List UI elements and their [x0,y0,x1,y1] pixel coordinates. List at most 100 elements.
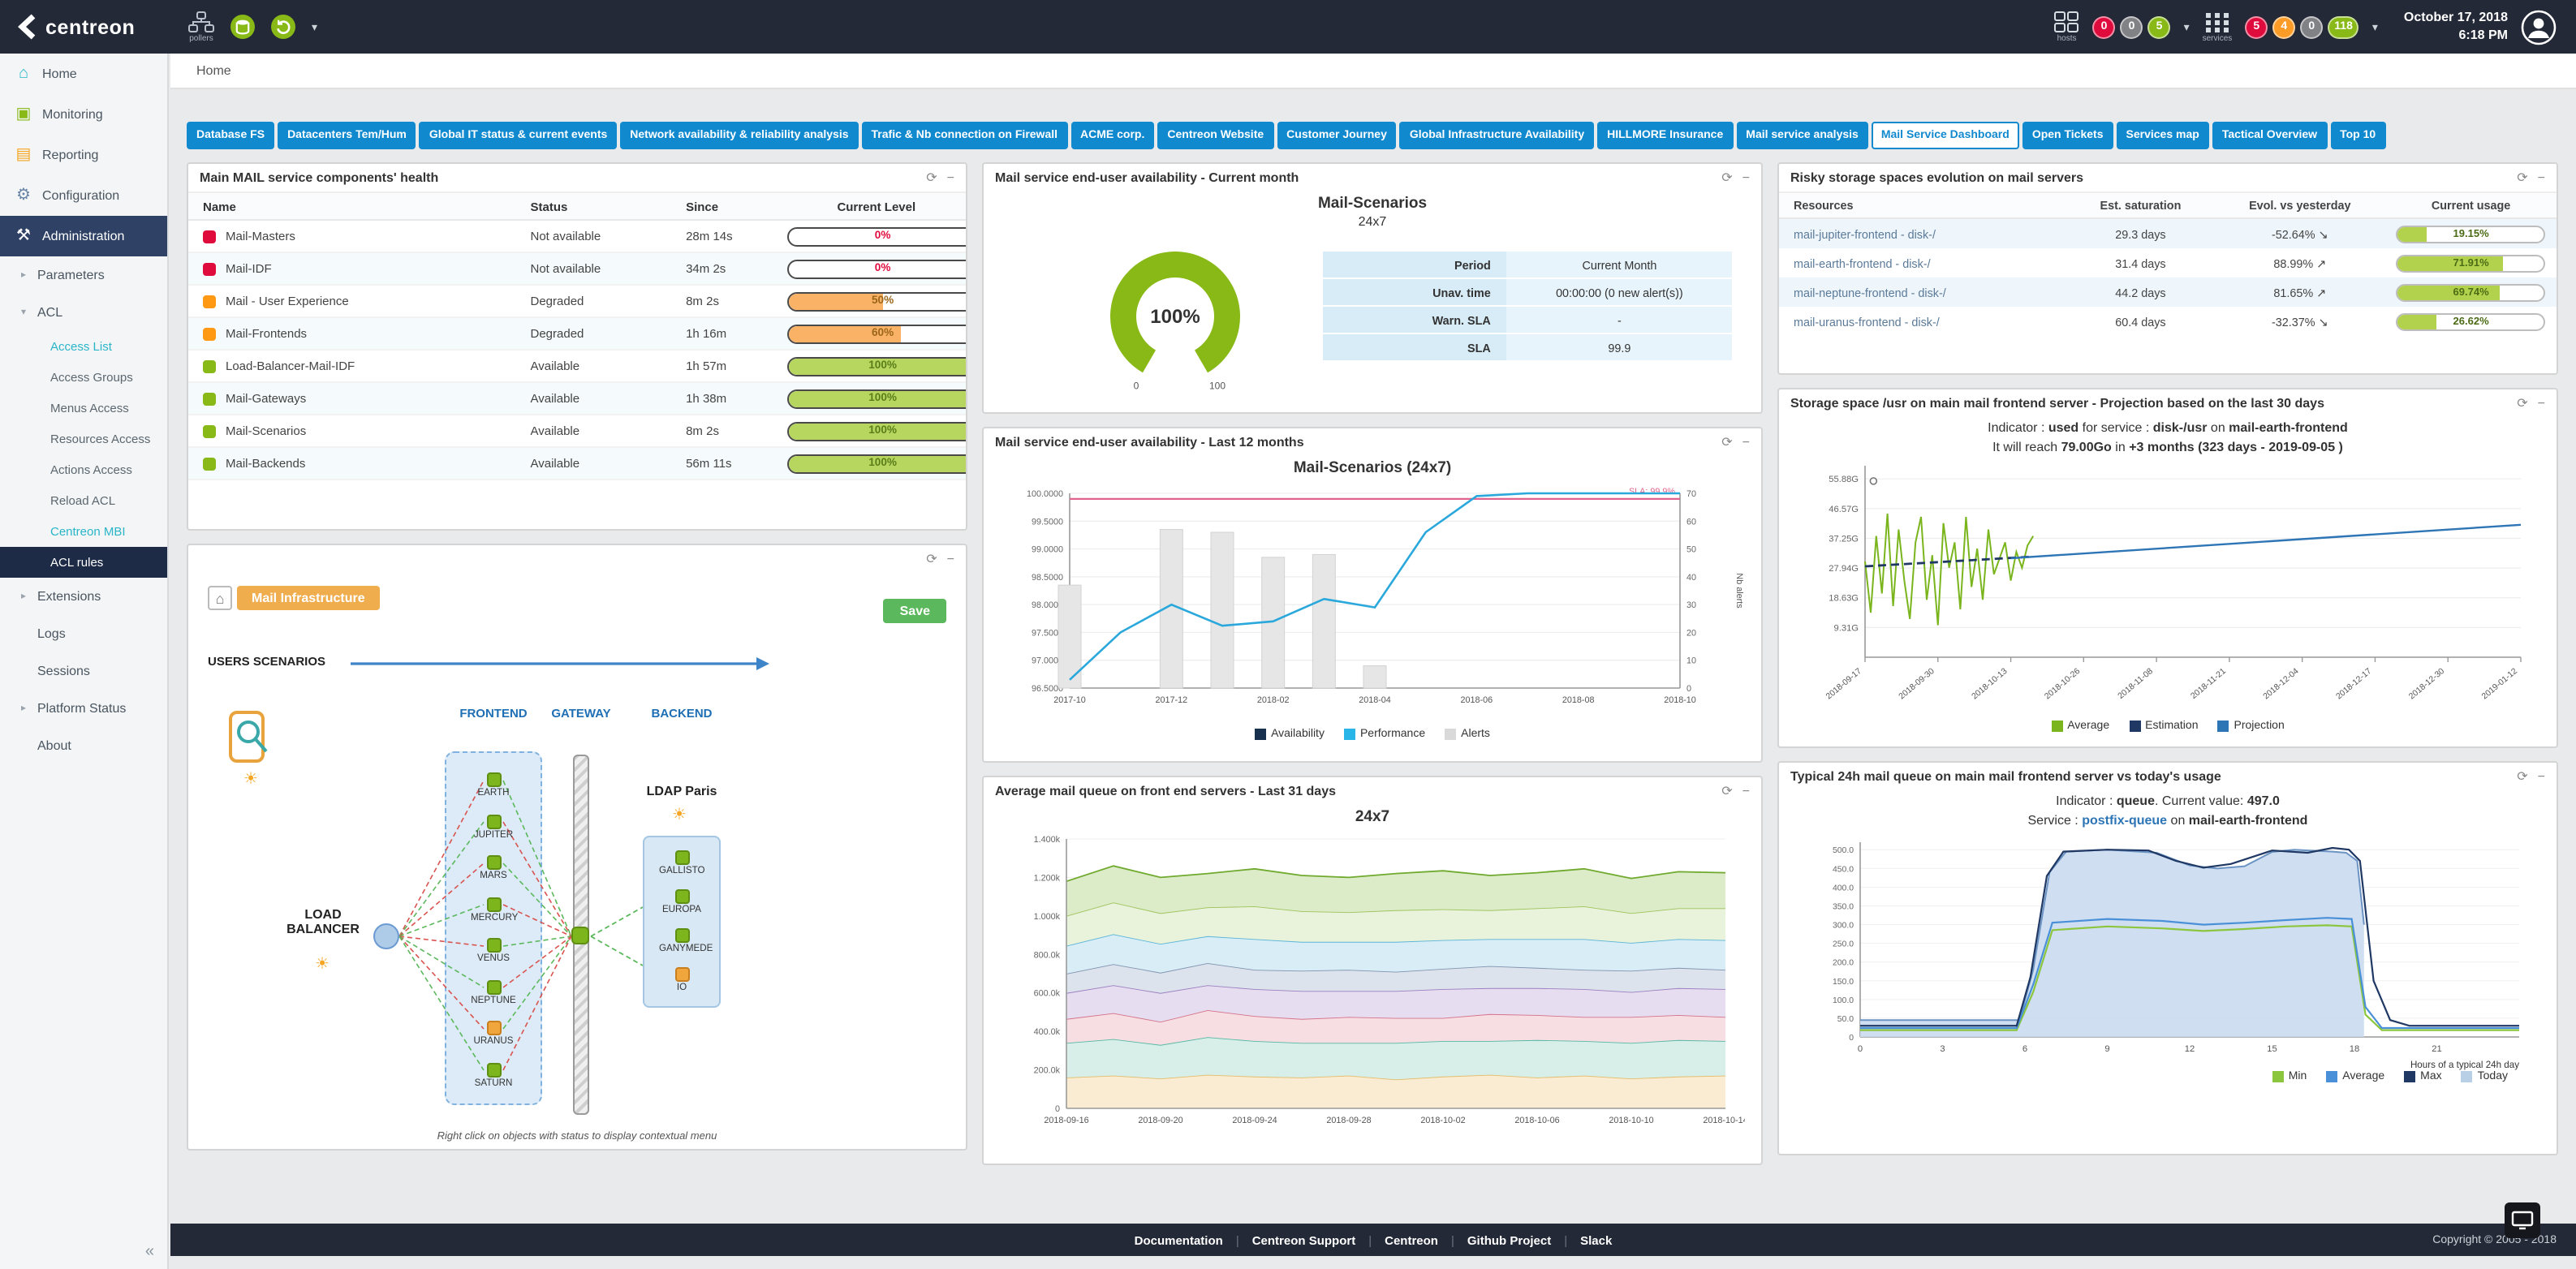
infra-node-neptune[interactable]: NEPTUNE [471,979,516,1005]
infra-node-venus[interactable]: VENUS [471,938,516,964]
sidebar-item-reporting[interactable]: ▤Reporting [0,135,167,175]
sidebar-item-home[interactable]: ⌂Home [0,54,167,94]
status-badge[interactable]: 4 [2272,15,2295,38]
infra-node-earth[interactable]: EARTH [471,772,516,798]
sidebar-item-menus-access[interactable]: Menus Access [0,393,167,424]
table-row[interactable]: mail-jupiter-frontend - disk-/29.3 days-… [1779,219,2557,248]
widget-collapse-icon[interactable]: − [1742,435,1750,450]
tab-mail-service-dashboard[interactable]: Mail Service Dashboard [1872,122,2019,149]
widget-refresh-icon[interactable]: ⟳ [926,170,937,185]
infra-node-jupiter[interactable]: JUPITER [471,814,516,840]
footer-link-slack[interactable]: Slack [1580,1232,1612,1247]
tab-acme-corp[interactable]: ACME corp. [1070,122,1154,149]
sidebar-item-actions-access[interactable]: Actions Access [0,454,167,485]
infra-node-mars[interactable]: MARS [471,855,516,881]
sidebar-item-extensions[interactable]: ▸Extensions [0,578,167,615]
table-row[interactable]: mail-neptune-frontend - disk-/44.2 days8… [1779,277,2557,307]
widget-collapse-icon[interactable]: − [947,170,954,185]
infra-node-mercury[interactable]: MERCURY [471,897,516,923]
infrastructure-button[interactable]: ⌂ Mail Infrastructure [208,586,380,610]
widget-refresh-icon[interactable]: ⟳ [926,552,937,566]
sidebar-item-resources-access[interactable]: Resources Access [0,424,167,454]
table-row[interactable]: mail-uranus-frontend - disk-/60.4 days-3… [1779,307,2557,336]
sidebar-item-about[interactable]: About [0,727,167,764]
table-row[interactable]: Mail-GatewaysAvailable1h 38m100% [188,383,966,415]
infra-node-europa[interactable]: EUROPA [659,889,704,915]
footer-link-centreon-support[interactable]: Centreon Support [1252,1232,1356,1247]
tab-services-map[interactable]: Services map [2117,122,2209,149]
database-status[interactable] [230,15,255,39]
tab-top-10[interactable]: Top 10 [2330,122,2385,149]
sidebar-item-acl[interactable]: ▾ACL [0,294,167,331]
table-row[interactable]: Mail-IDFNot available34m 2s0% [188,253,966,286]
tab-global-it-status-current-events[interactable]: Global IT status & current events [420,122,617,149]
sidebar-item-configuration[interactable]: ⚙Configuration [0,175,167,216]
sidebar-item-sessions[interactable]: Sessions [0,652,167,690]
sidebar-item-reload-acl[interactable]: Reload ACL [0,485,167,516]
sidebar-item-access-groups[interactable]: Access Groups [0,362,167,393]
widget-collapse-icon[interactable]: − [947,552,954,566]
user-avatar[interactable] [2521,9,2557,45]
sidebar-item-logs[interactable]: Logs [0,615,167,652]
infra-node-ganymede[interactable]: GANYMEDE [659,928,704,954]
sidebar-collapse-button[interactable]: « [145,1243,154,1261]
sidebar-item-parameters[interactable]: ▸Parameters [0,256,167,294]
tab-hillmore-insurance[interactable]: HILLMORE Insurance [1597,122,1733,149]
infra-node-io[interactable]: IO [659,967,704,993]
tab-global-infrastructure-availability[interactable]: Global Infrastructure Availability [1400,122,1594,149]
table-row[interactable]: mail-earth-frontend - disk-/31.4 days88.… [1779,248,2557,277]
chevron-down-icon[interactable]: ▾ [312,20,317,33]
status-badge[interactable]: 0 [2300,15,2323,38]
sidebar-item-centreon-mbi[interactable]: Centreon MBI [0,516,167,547]
sidebar-item-acl-rules[interactable]: ACL rules [0,547,167,578]
sidebar-item-access-list[interactable]: Access List [0,331,167,362]
load-balancer-node[interactable] [373,923,399,949]
latency-status[interactable] [271,15,295,39]
table-row[interactable]: Load-Balancer-Mail-IDFAvailable1h 57m100… [188,351,966,383]
breadcrumb[interactable]: Home [196,63,231,78]
widget-refresh-icon[interactable]: ⟳ [2517,170,2527,185]
centreon-logo[interactable]: centreon [0,13,169,41]
widget-collapse-icon[interactable]: − [1742,170,1750,185]
status-badge[interactable]: 5 [2245,15,2268,38]
chevron-down-icon[interactable]: ▾ [2372,20,2378,33]
widget-refresh-icon[interactable]: ⟳ [1721,435,1732,450]
widget-refresh-icon[interactable]: ⟳ [2517,396,2527,411]
pollers-menu[interactable]: pollers [188,11,214,43]
table-row[interactable]: Mail-MastersNot available28m 14s0% [188,221,966,253]
status-badge[interactable]: 0 [2093,15,2116,38]
gateway-node[interactable] [571,927,589,944]
hosts-menu[interactable]: hosts [2054,11,2080,43]
sidebar-item-platform-status[interactable]: ▸Platform Status [0,690,167,727]
widget-collapse-icon[interactable]: − [2538,170,2545,185]
sidebar-item-administration[interactable]: ⚒Administration [0,216,167,256]
sidebar-item-monitoring[interactable]: ▣Monitoring [0,94,167,135]
chevron-down-icon[interactable]: ▾ [2184,20,2190,33]
table-row[interactable]: Mail-ScenariosAvailable8m 2s100% [188,415,966,448]
widget-collapse-icon[interactable]: − [1742,784,1750,798]
widget-refresh-icon[interactable]: ⟳ [1721,784,1732,798]
infra-node-uranus[interactable]: URANUS [471,1021,516,1047]
tab-tactical-overview[interactable]: Tactical Overview [2212,122,2327,149]
fullscreen-toggle[interactable] [2505,1202,2540,1238]
tab-trafic-nb-connection-on-firewall[interactable]: Trafic & Nb connection on Firewall [862,122,1068,149]
tab-centreon-website[interactable]: Centreon Website [1157,122,1273,149]
widget-refresh-icon[interactable]: ⟳ [1721,170,1732,185]
tab-customer-journey[interactable]: Customer Journey [1277,122,1397,149]
services-menu[interactable]: services [2203,11,2233,43]
widget-refresh-icon[interactable]: ⟳ [2517,769,2527,784]
tab-datacenters-tem-hum[interactable]: Datacenters Tem/Hum [278,122,416,149]
widget-collapse-icon[interactable]: − [2538,396,2545,411]
status-badge[interactable]: 0 [2121,15,2143,38]
table-row[interactable]: Mail-FrontendsDegraded1h 16m60% [188,318,966,351]
table-row[interactable]: Mail-BackendsAvailable56m 11s100% [188,448,966,480]
status-badge[interactable]: 5 [2148,15,2171,38]
footer-link-centreon[interactable]: Centreon [1385,1232,1438,1247]
footer-link-github-project[interactable]: Github Project [1467,1232,1551,1247]
widget-collapse-icon[interactable]: − [2538,769,2545,784]
save-button[interactable]: Save [884,599,946,623]
status-badge[interactable]: 118 [2328,15,2359,38]
infra-node-gallisto[interactable]: GALLISTO [659,850,704,876]
tab-open-tickets[interactable]: Open Tickets [2022,122,2113,149]
tab-network-availability-reliability-analysis[interactable]: Network availability & reliability analy… [620,122,858,149]
